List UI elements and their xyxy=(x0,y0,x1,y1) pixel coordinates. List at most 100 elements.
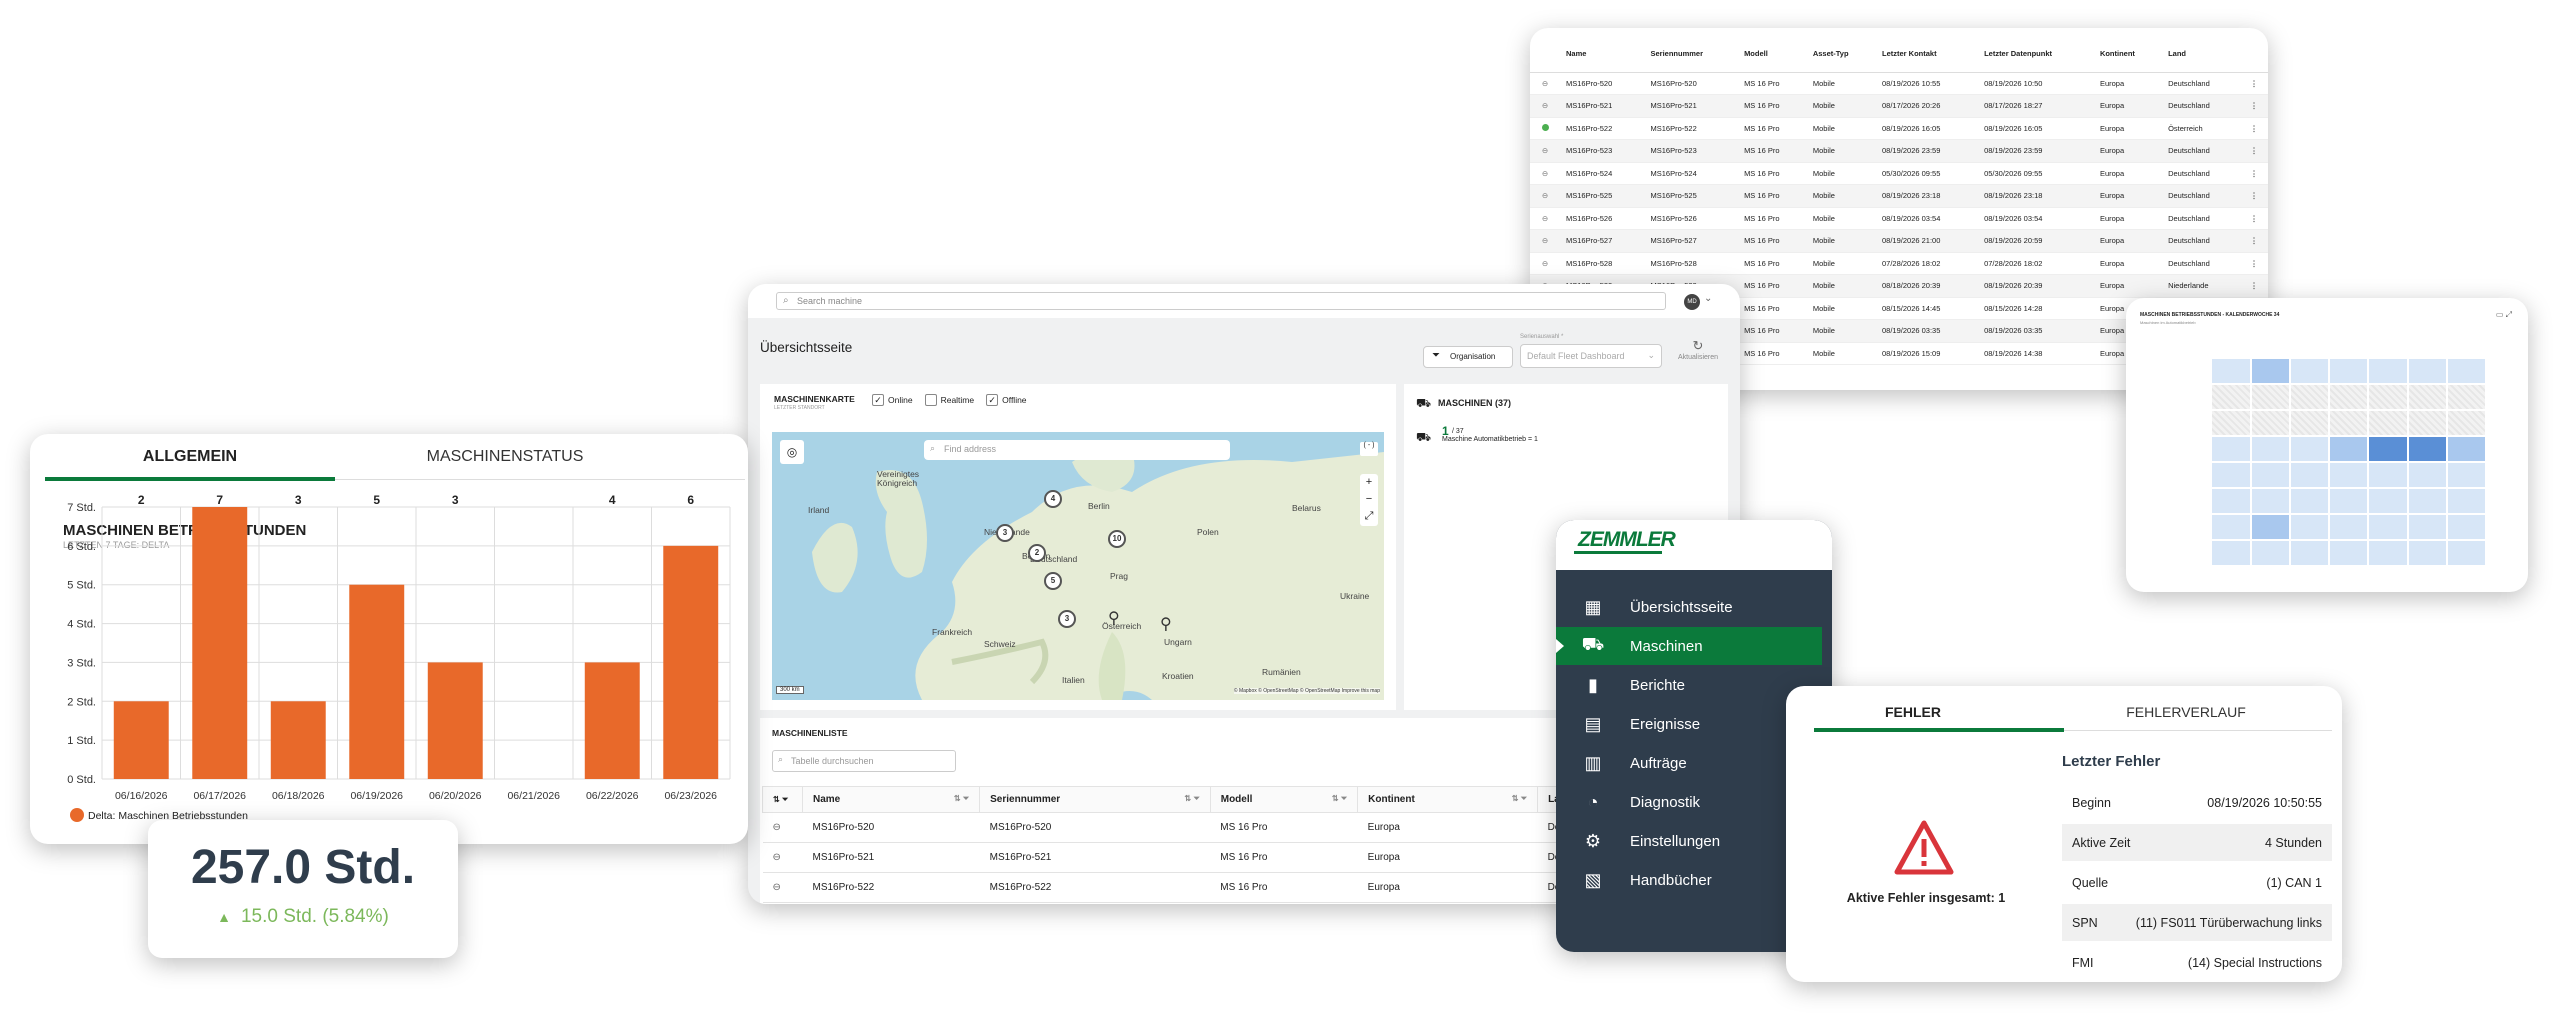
heatmap-cell[interactable] xyxy=(2329,358,2369,384)
heatmap-cell[interactable] xyxy=(2329,410,2369,436)
row-menu-icon[interactable]: ⋮ xyxy=(2240,72,2268,95)
heatmap-cell[interactable] xyxy=(2368,436,2408,462)
organisation-button[interactable]: ⏷ Organisation xyxy=(1423,346,1513,368)
map-cluster-marker[interactable]: 3 xyxy=(996,524,1014,542)
heatmap-cell[interactable] xyxy=(2446,514,2486,540)
table-row[interactable]: ⊖ MS16Pro-527 MS16Pro-527 MS 16 Pro Mobile 08… xyxy=(1530,229,2268,253)
filter-checkbox-online[interactable]: ✓ Online xyxy=(872,394,913,406)
heatmap-cell[interactable] xyxy=(2289,436,2329,462)
heatmap-cell[interactable] xyxy=(2329,436,2369,462)
heatmap-cell[interactable] xyxy=(2368,384,2408,410)
column-header-sort[interactable]: ⇅ ⏷ xyxy=(762,786,803,813)
heatmap-cell[interactable] xyxy=(2407,410,2447,436)
series-select[interactable]: Default Fleet Dashboard ⌄ xyxy=(1520,344,1662,368)
map-cluster-marker[interactable]: 2 xyxy=(1028,544,1046,562)
sidebar-item-handbücher[interactable]: ▧Handbücher⌄ xyxy=(1556,861,1822,899)
heatmap-cell[interactable] xyxy=(2289,540,2329,566)
row-menu-icon[interactable]: ⋮ xyxy=(2240,274,2268,298)
sort-filter-icon[interactable]: ⇅ ⏷ xyxy=(1184,794,1199,804)
row-menu-icon[interactable]: ⋮ xyxy=(2240,94,2268,118)
column-header[interactable] xyxy=(1530,36,1560,73)
heatmap-cell[interactable] xyxy=(2289,514,2329,540)
heatmap-cell[interactable] xyxy=(2211,410,2251,436)
column-header[interactable]: Seriennummer ⇅ ⏷ xyxy=(979,786,1211,813)
tab-errors[interactable]: FEHLER xyxy=(1814,704,2012,720)
sidebar-item-aufträge[interactable]: ▥ Aufträge xyxy=(1556,744,1822,782)
column-header[interactable]: Letzter Kontakt xyxy=(1876,36,1979,73)
heatmap-cell[interactable] xyxy=(2329,462,2369,488)
sidebar-item-einstellungen[interactable]: ⚙ Einstellungen xyxy=(1556,822,1822,860)
heatmap-cell[interactable] xyxy=(2250,358,2290,384)
column-header[interactable]: Kontinent ⇅ ⏷ xyxy=(1357,786,1539,813)
heatmap-cell[interactable] xyxy=(2211,540,2251,566)
column-header[interactable]: Seriennummer xyxy=(1644,36,1739,73)
refresh-button[interactable]: ↻ Aktualisieren xyxy=(1676,338,1720,361)
sidebar-item-übersichtsseite[interactable]: ▦ Übersichtsseite xyxy=(1556,588,1822,626)
heatmap-cell[interactable] xyxy=(2368,488,2408,514)
heatmap-cell[interactable] xyxy=(2250,384,2290,410)
column-header[interactable]: Kontinent xyxy=(2093,36,2163,73)
table-row[interactable]: ⊖ MS16Pro-521 MS16Pro-521 MS 16 Pro Mobile 08… xyxy=(1530,94,2268,118)
heatmap-cell[interactable] xyxy=(2446,462,2486,488)
heatmap-cell[interactable] xyxy=(2289,410,2329,436)
column-header[interactable]: Asset-Typ xyxy=(1806,36,1876,73)
heatmap-cell[interactable] xyxy=(2407,540,2447,566)
table-row[interactable]: ⊖ MS16Pro-528 MS16Pro-528 MS 16 Pro Mobile 07… xyxy=(1530,252,2268,275)
heatmap-cell[interactable] xyxy=(2211,384,2251,410)
heatmap-cell[interactable] xyxy=(2211,436,2251,462)
map-attribution[interactable]: © Mapbox © OpenStreetMap © OpenStreetMap… xyxy=(1233,688,1380,694)
heatmap-cell[interactable] xyxy=(2329,384,2369,410)
heatmap-cell[interactable] xyxy=(2250,410,2290,436)
heatmap-cell[interactable] xyxy=(2407,462,2447,488)
table-row[interactable]: ⊖ MS16Pro-526 MS16Pro-526 MS 16 Pro Mobile 08… xyxy=(1530,207,2268,230)
column-header[interactable] xyxy=(2240,36,2268,73)
heatmap-cell[interactable] xyxy=(2329,488,2369,514)
map-cluster-marker[interactable]: 10 xyxy=(1108,530,1126,548)
map-cluster-marker[interactable]: 5 xyxy=(1044,572,1062,590)
filter-checkbox-offline[interactable]: ✓ Offline xyxy=(986,394,1027,406)
sort-filter-icon[interactable]: ⇅ ⏷ xyxy=(1332,794,1347,804)
heatmap-cell[interactable] xyxy=(2250,540,2290,566)
avatar[interactable]: MD xyxy=(1684,294,1700,310)
map-toggle-button[interactable]: ( - ) xyxy=(1360,442,1378,456)
heatmap-cell[interactable] xyxy=(2446,384,2486,410)
sidebar-item-berichte[interactable]: ▮ Berichte xyxy=(1556,666,1822,704)
heatmap-cell[interactable] xyxy=(2289,462,2329,488)
table-row[interactable]: MS16Pro-522 MS16Pro-522 MS 16 Pro Mobile 08/… xyxy=(1530,117,2268,140)
column-header[interactable]: Letzter Datenpunkt xyxy=(1978,36,2094,73)
map-pin-icon[interactable]: ⚲ xyxy=(1160,614,1172,634)
heatmap-cell[interactable] xyxy=(2368,410,2408,436)
heatmap-cell[interactable] xyxy=(2407,384,2447,410)
heatmap-cell[interactable] xyxy=(2211,462,2251,488)
row-menu-icon[interactable]: ⋮ xyxy=(2240,252,2268,275)
heatmap-cell[interactable] xyxy=(2368,514,2408,540)
heatmap-cell[interactable] xyxy=(2211,514,2251,540)
heatmap-cell[interactable] xyxy=(2446,540,2486,566)
table-row[interactable]: ⊖ MS16Pro-524 MS16Pro-524 MS 16 Pro Mobile 05… xyxy=(1530,162,2268,185)
heatmap-cell[interactable] xyxy=(2289,488,2329,514)
locate-icon[interactable]: ◎ xyxy=(780,440,804,464)
heatmap-cell[interactable] xyxy=(2446,410,2486,436)
heatmap-cell[interactable] xyxy=(2407,436,2447,462)
heatmap-cell[interactable] xyxy=(2329,540,2369,566)
sidebar-item-maschinen[interactable]: ⛟ Maschinen xyxy=(1556,627,1822,665)
table-search-input[interactable]: ⌕ Tabelle durchsuchen xyxy=(772,750,956,772)
table-row[interactable]: ⊖ MS16Pro-525 MS16Pro-525 MS 16 Pro Mobile 08… xyxy=(1530,184,2268,208)
heatmap-cell[interactable] xyxy=(2368,462,2408,488)
row-menu-icon[interactable]: ⋮ xyxy=(2240,229,2268,253)
heatmap-cell[interactable] xyxy=(2250,436,2290,462)
heatmap-cell[interactable] xyxy=(2446,436,2486,462)
machine-search-input[interactable]: ⌕ Search machine xyxy=(776,292,1666,310)
heatmap-cell[interactable] xyxy=(2211,358,2251,384)
chevron-down-icon[interactable]: ⌄ xyxy=(1704,293,1712,304)
row-menu-icon[interactable]: ⋮ xyxy=(2240,184,2268,208)
row-menu-icon[interactable]: ⋮ xyxy=(2240,207,2268,230)
row-menu-icon[interactable]: ⋮ xyxy=(2240,162,2268,185)
heatmap-cell[interactable] xyxy=(2407,358,2447,384)
heatmap-cell[interactable] xyxy=(2407,514,2447,540)
column-header[interactable]: Land xyxy=(2162,36,2240,73)
heatmap-cell[interactable] xyxy=(2329,514,2369,540)
sort-filter-icon[interactable]: ⇅ ⏷ xyxy=(954,794,969,804)
heatmap-cell[interactable] xyxy=(2250,514,2290,540)
column-header[interactable]: Modell ⇅ ⏷ xyxy=(1209,786,1359,813)
